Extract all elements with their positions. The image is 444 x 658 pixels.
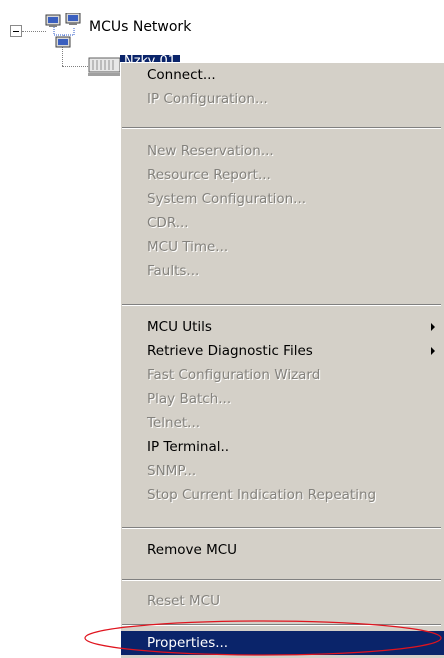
menu-separator: [122, 579, 441, 581]
page: MCUs Network Nzky 01 Connect... IP Confi…: [0, 0, 444, 658]
menu-item-label: IP Configuration...: [147, 91, 268, 107]
menu-item-label: Remove MCU: [147, 542, 238, 558]
menu-item-label: Fast Configuration Wizard: [147, 367, 321, 383]
menu-separator: [122, 527, 441, 529]
menu-separator: [122, 624, 441, 626]
tree-root-label[interactable]: MCUs Network: [89, 19, 191, 35]
menu-item-label: Properties...: [147, 635, 229, 651]
menu-item-new-reservation[interactable]: New Reservation...: [121, 139, 444, 163]
menu-item-label: New Reservation...: [147, 143, 274, 159]
menu-item-label: Resource Report...: [147, 167, 271, 183]
menu-item-label: Stop Current Indication Repeating: [147, 487, 377, 503]
menu-item-label: Reset MCU: [147, 593, 220, 609]
menu-item-remove-mcu[interactable]: Remove MCU: [121, 538, 444, 562]
tree-connector-line: [22, 31, 46, 32]
menu-item-mcu-time[interactable]: MCU Time...: [121, 235, 444, 259]
menu-item-ip-terminal[interactable]: IP Terminal..: [121, 435, 444, 459]
menu-item-connect[interactable]: Connect...: [121, 63, 444, 87]
menu-item-cdr[interactable]: CDR...: [121, 211, 444, 235]
menu-item-properties[interactable]: Properties...: [121, 631, 444, 655]
menu-item-faults[interactable]: Faults...: [121, 259, 444, 283]
menu-item-snmp[interactable]: SNMP...: [121, 459, 444, 483]
tree-connector-line: [62, 66, 88, 67]
menu-item-label: CDR...: [147, 215, 189, 231]
menu-item-mcu-utils[interactable]: MCU Utils: [121, 315, 444, 339]
menu-item-label: MCU Time...: [147, 239, 229, 255]
menu-item-label: Telnet...: [147, 415, 201, 431]
menu-item-retrieve-diagnostic-files[interactable]: Retrieve Diagnostic Files: [121, 339, 444, 363]
menu-item-label: System Configuration...: [147, 191, 307, 207]
menu-item-resource-report[interactable]: Resource Report...: [121, 163, 444, 187]
menu-separator: [122, 304, 441, 306]
menu-item-play-batch[interactable]: Play Batch...: [121, 387, 444, 411]
menu-item-label: IP Terminal..: [147, 439, 230, 455]
menu-item-stop-current-indication-repeating[interactable]: Stop Current Indication Repeating: [121, 483, 444, 507]
menu-item-label: Faults...: [147, 263, 200, 279]
menu-item-telnet[interactable]: Telnet...: [121, 411, 444, 435]
menu-item-label: Play Batch...: [147, 391, 232, 407]
submenu-arrow-icon: [431, 347, 435, 355]
submenu-arrow-icon: [431, 323, 435, 331]
mcu-device-icon: [88, 57, 121, 76]
context-menu: Connect... IP Configuration... New Reser…: [120, 62, 444, 658]
menu-item-fast-configuration-wizard[interactable]: Fast Configuration Wizard: [121, 363, 444, 387]
tree-collapse-icon[interactable]: [10, 25, 22, 37]
menu-item-label: Retrieve Diagnostic Files: [147, 343, 313, 359]
network-computers-icon: [45, 13, 81, 48]
menu-item-label: SNMP...: [147, 463, 197, 479]
menu-item-system-configuration[interactable]: System Configuration...: [121, 187, 444, 211]
menu-separator: [122, 127, 441, 129]
menu-item-reset-mcu[interactable]: Reset MCU: [121, 589, 444, 613]
menu-item-ip-configuration[interactable]: IP Configuration...: [121, 87, 444, 111]
menu-item-label: MCU Utils: [147, 319, 212, 335]
menu-item-label: Connect...: [147, 67, 216, 83]
